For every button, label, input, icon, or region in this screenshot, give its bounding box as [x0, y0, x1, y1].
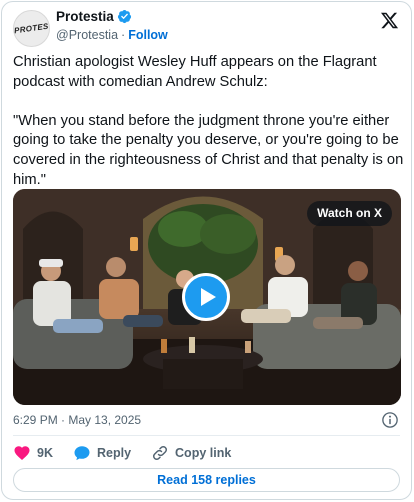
reply-button[interactable]: Reply	[73, 444, 131, 462]
video-player[interactable]: Watch on X	[13, 189, 401, 405]
avatar[interactable]: PROTESTIA	[13, 10, 50, 47]
separator-dot: ·	[121, 28, 126, 42]
post-text-intro: Christian apologist Wesley Huff appears …	[13, 54, 381, 90]
action-bar: 9K Reply Copy link	[13, 443, 251, 463]
copy-link-label: Copy link	[175, 446, 232, 460]
x-logo-icon[interactable]	[380, 11, 399, 30]
post-card: PROTESTIA Protestia @Protestia · Follow …	[1, 1, 412, 500]
like-count: 9K	[37, 446, 53, 460]
avatar-logo-text: PROTESTIA	[13, 19, 50, 36]
reply-bubble-icon	[74, 446, 90, 461]
info-icon[interactable]	[381, 411, 399, 429]
verified-badge-icon	[117, 9, 131, 24]
watch-on-x-button[interactable]: Watch on X	[307, 201, 392, 226]
follow-button[interactable]: Follow	[128, 28, 168, 42]
link-icon	[153, 445, 168, 461]
author-name[interactable]: Protestia	[56, 9, 114, 24]
post-meta: 6:29 PM · May 13, 2025	[13, 411, 399, 429]
author-name-row: Protestia	[56, 9, 132, 24]
like-button[interactable]: 9K	[13, 444, 53, 462]
post-text-quote: "When you stand before the judgment thro…	[13, 112, 408, 188]
copy-link-button[interactable]: Copy link	[151, 444, 231, 462]
post-text: Christian apologist Wesley Huff appears …	[13, 53, 405, 190]
post-header: PROTESTIA Protestia @Protestia · Follow	[13, 8, 401, 48]
play-button[interactable]	[182, 273, 230, 321]
play-icon	[200, 288, 216, 306]
reply-label: Reply	[96, 446, 132, 460]
post-timestamp[interactable]: 6:29 PM · May 13, 2025	[13, 413, 141, 427]
read-replies-button[interactable]: Read 158 replies	[13, 468, 400, 492]
divider	[13, 435, 400, 436]
author-handle-row: @Protestia · Follow	[56, 28, 168, 42]
heart-icon	[14, 446, 30, 460]
author-handle[interactable]: @Protestia	[56, 28, 118, 42]
